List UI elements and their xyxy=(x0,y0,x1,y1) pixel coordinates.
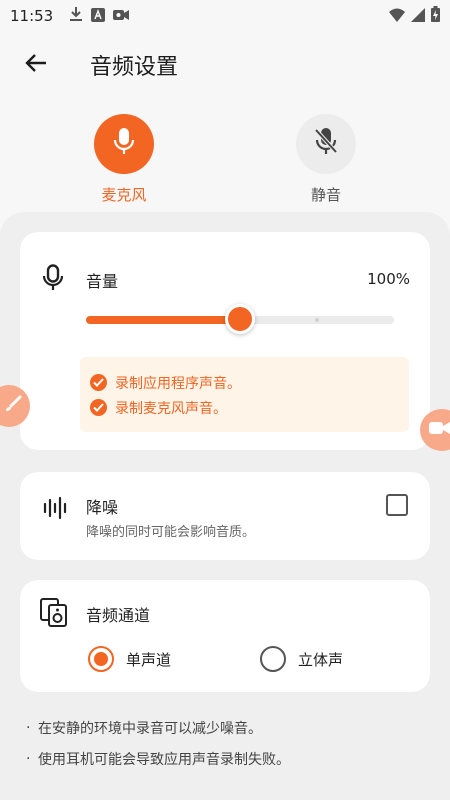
mode-mute-label: 静音 xyxy=(310,186,341,204)
notice-item: 录制麦克风声音。 xyxy=(90,395,409,420)
check-circle-icon xyxy=(90,374,107,391)
font-app-icon xyxy=(91,7,106,26)
mode-mute-circle xyxy=(296,114,356,174)
radio-stereo-circle xyxy=(260,646,286,672)
radio-mono-label: 单声道 xyxy=(126,650,172,669)
mode-selector: 麦克风 静音 xyxy=(0,114,450,214)
signal-icon xyxy=(411,7,425,26)
app-bar: 音频设置 xyxy=(0,40,450,90)
page-title: 音频设置 xyxy=(90,55,179,80)
video-recorder-icon xyxy=(113,7,130,26)
noise-reduction-description: 降噪的同时可能会影响音质。 xyxy=(86,525,256,540)
arrow-left-icon xyxy=(25,53,47,77)
status-time: 11:53 xyxy=(10,7,54,25)
tip-text: 在安静的环境中录音可以减少噪音。 xyxy=(38,720,262,737)
notice-text: 录制麦克风声音。 xyxy=(115,400,227,417)
wifi-icon xyxy=(389,7,405,26)
noise-reduction-label: 降噪 xyxy=(86,498,119,517)
radio-stereo-label: 立体声 xyxy=(298,650,344,669)
volume-card: 音量 100% 录制应用程序声音。 录制麦克风声音。 xyxy=(20,232,430,450)
volume-value: 100% xyxy=(367,270,410,288)
radio-mono-circle xyxy=(88,646,114,672)
microphone-outline-icon xyxy=(42,264,66,296)
volume-header: 音量 xyxy=(42,264,118,296)
radio-mono[interactable]: 单声道 xyxy=(88,646,171,672)
noise-reduction-checkbox[interactable] xyxy=(386,494,408,516)
check-circle-icon xyxy=(90,399,107,416)
recording-notice: 录制应用程序声音。 录制麦克风声音。 xyxy=(80,357,409,432)
volume-label: 音量 xyxy=(86,272,119,291)
microphone-icon xyxy=(112,127,136,161)
download-icon xyxy=(69,6,83,26)
tip-item: · 在安静的环境中录音可以减少噪音。 xyxy=(26,719,262,737)
speaker-channel-icon xyxy=(40,598,68,632)
radio-stereo[interactable]: 立体声 xyxy=(260,646,343,672)
microphone-off-icon xyxy=(313,127,339,161)
audio-channel-label: 音频通道 xyxy=(86,606,151,625)
tips-list: · 在安静的环境中录音可以减少噪音。 · 使用耳机可能会导致应用声音录制失败。 xyxy=(26,712,426,774)
noise-reduction-card[interactable]: 降噪 降噪的同时可能会影响音质。 xyxy=(20,472,430,560)
mode-mute[interactable]: 静音 xyxy=(276,114,376,205)
notice-text: 录制应用程序声音。 xyxy=(115,375,241,392)
mode-microphone[interactable]: 麦克风 xyxy=(74,114,174,205)
back-button[interactable] xyxy=(18,47,54,83)
volume-slider-tick xyxy=(315,318,319,322)
tip-text: 使用耳机可能会导致应用声音录制失败。 xyxy=(38,751,290,768)
audio-channel-card: 音频通道 单声道 立体声 xyxy=(20,580,430,692)
tip-item: · 使用耳机可能会导致应用声音录制失败。 xyxy=(26,750,290,768)
battery-charging-icon xyxy=(431,6,440,26)
volume-slider-fill xyxy=(86,316,240,324)
mode-microphone-circle xyxy=(94,114,154,174)
video-camera-icon xyxy=(429,420,450,440)
volume-slider-thumb[interactable] xyxy=(225,304,255,334)
brush-icon xyxy=(4,395,22,417)
notice-item: 录制应用程序声音。 xyxy=(90,370,409,395)
waveform-icon xyxy=(42,496,68,524)
mode-microphone-label: 麦克风 xyxy=(101,186,147,204)
status-bar: 11:53 xyxy=(0,0,450,32)
